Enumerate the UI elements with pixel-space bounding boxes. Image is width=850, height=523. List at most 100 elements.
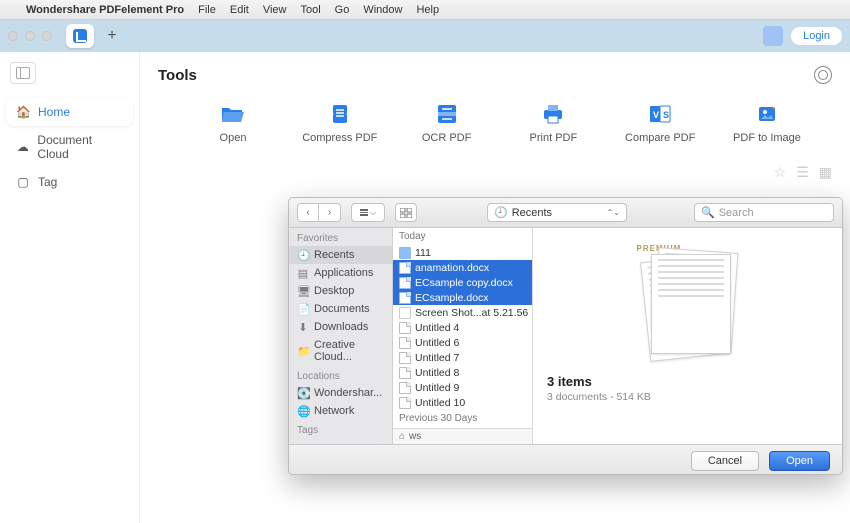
columns-icon — [360, 209, 368, 216]
tab-home[interactable] — [66, 24, 94, 48]
nav-buttons: ‹ › — [297, 203, 341, 222]
file-row[interactable]: Untitled 6 — [393, 335, 532, 350]
file-row[interactable]: Screen Shot...at 5.21.56 PM — [393, 305, 532, 320]
grid-view-icon[interactable]: ▦ — [819, 164, 832, 181]
sidebar-documents[interactable]: 📄Documents — [289, 300, 392, 318]
sidebar-applications[interactable]: ▤Applications — [289, 264, 392, 282]
view-mode-select[interactable]: ⌵ — [351, 203, 385, 222]
home-icon: 🏠 — [16, 105, 30, 119]
tool-open[interactable]: Open — [188, 102, 278, 144]
clock-icon: 🕘 — [494, 206, 508, 219]
sidebar-recents[interactable]: 🕘Recents — [289, 246, 392, 264]
location-label: Recents — [512, 207, 552, 219]
doc-icon — [399, 382, 411, 394]
group-label: Today — [393, 228, 532, 245]
app-logo-icon — [73, 29, 87, 43]
sidebar-item-document-cloud[interactable]: ☁︎ Document Cloud — [6, 126, 133, 168]
doc-icon — [399, 292, 411, 304]
sidebar-creative-cloud[interactable]: 📁Creative Cloud... — [289, 336, 392, 366]
menu-view[interactable]: View — [263, 4, 287, 16]
dialog-toolbar: ‹ › ⌵ 🕘 Recents ⌃⌄ 🔍 Search — [289, 198, 842, 228]
tool-label: OCR PDF — [422, 132, 472, 144]
clock-icon: 🕘 — [297, 249, 309, 261]
grid-icon — [400, 208, 412, 218]
dialog-footer: Cancel Open — [289, 444, 842, 475]
doc-icon — [399, 277, 411, 289]
file-row[interactable]: Untitled 7 — [393, 350, 532, 365]
view-mode-group: ☆ ☰ ▦ — [774, 164, 832, 181]
print-icon — [539, 102, 567, 126]
sidebar-downloads[interactable]: ⬇Downloads — [289, 318, 392, 336]
group-button[interactable] — [395, 203, 417, 222]
location-popup[interactable]: 🕘 Recents ⌃⌄ — [487, 203, 627, 222]
compress-icon — [326, 102, 354, 126]
sidebar-collapse-icon[interactable] — [10, 62, 36, 84]
menu-go[interactable]: Go — [335, 4, 350, 16]
file-row[interactable]: Untitled 10 — [393, 395, 532, 410]
cancel-button[interactable]: Cancel — [691, 451, 759, 471]
group-label: Previous 30 Days — [393, 410, 532, 427]
file-list-column: Today 111 anamation.docx ECsample copy.d… — [393, 228, 533, 444]
file-row[interactable]: Untitled 9 — [393, 380, 532, 395]
file-row[interactable]: 111 — [393, 245, 532, 260]
sidebar-item-home[interactable]: 🏠 Home — [6, 98, 133, 126]
menu-tool[interactable]: Tool — [300, 4, 320, 16]
open-button[interactable]: Open — [769, 451, 830, 471]
sidebar-wondershare[interactable]: 💽Wondershar... — [289, 384, 392, 402]
doc-icon — [399, 397, 411, 409]
path-bar[interactable]: ⌂ws — [393, 428, 532, 444]
search-placeholder: Search — [719, 207, 754, 219]
tool-label: Compare PDF — [625, 132, 695, 144]
left-sidebar: 🏠 Home ☁︎ Document Cloud ▢ Tag — [0, 52, 140, 523]
forward-button[interactable]: › — [319, 203, 341, 222]
list-view-icon[interactable]: ☰ — [796, 164, 809, 181]
search-icon: 🔍 — [701, 206, 715, 219]
window-tabstrip: + Login — [0, 20, 850, 52]
new-tab-button[interactable]: + — [100, 24, 124, 48]
file-row[interactable]: Untitled 8 — [393, 365, 532, 380]
sidebar-item-tag[interactable]: ▢ Tag — [6, 168, 133, 196]
tool-compress[interactable]: Compress PDF — [295, 102, 385, 144]
tool-pdf-to-image[interactable]: PDF to Image — [722, 102, 812, 144]
home-icon: ⌂ — [399, 431, 405, 442]
app-name[interactable]: Wondershare PDFelement Pro — [26, 4, 184, 16]
login-button[interactable]: Login — [791, 27, 842, 45]
settings-button[interactable] — [814, 66, 832, 84]
image-icon — [399, 307, 411, 319]
menu-help[interactable]: Help — [416, 4, 439, 16]
page-title: Tools — [158, 67, 197, 84]
selection-title: 3 items — [547, 374, 828, 389]
doc-icon — [399, 322, 411, 334]
menu-edit[interactable]: Edit — [230, 4, 249, 16]
file-row[interactable]: Untitled 4 — [393, 320, 532, 335]
compare-icon: VS — [646, 102, 674, 126]
tool-ocr[interactable]: OCR PDF — [402, 102, 492, 144]
doc-icon — [399, 337, 411, 349]
pdf-to-image-icon — [753, 102, 781, 126]
chevron-down-icon: ⌵ — [370, 208, 376, 218]
file-row[interactable]: ECsample.docx — [393, 290, 532, 305]
section-label: Locations — [289, 366, 392, 384]
menu-file[interactable]: File — [198, 4, 216, 16]
folder-open-icon — [219, 102, 247, 126]
file-row[interactable]: anamation.docx — [393, 260, 532, 275]
back-button[interactable]: ‹ — [297, 203, 319, 222]
mac-menubar: Wondershare PDFelement Pro File Edit Vie… — [0, 0, 850, 20]
traffic-lights[interactable] — [8, 31, 52, 41]
avatar-icon[interactable] — [763, 26, 783, 46]
preview-thumbnail: PREMIUM — [633, 244, 743, 364]
doc-icon — [399, 262, 411, 274]
sidebar-desktop[interactable]: 🖥Desktop — [289, 282, 392, 300]
menu-window[interactable]: Window — [363, 4, 402, 16]
file-row[interactable]: ECsample copy.docx — [393, 275, 532, 290]
section-label: Favorites — [289, 228, 392, 246]
disk-icon: 💽 — [297, 387, 309, 399]
sidebar-network[interactable]: 🌐Network — [289, 402, 392, 420]
star-icon[interactable]: ☆ — [774, 164, 787, 181]
section-label: Tags — [289, 420, 392, 438]
tool-print[interactable]: Print PDF — [508, 102, 598, 144]
tool-compare[interactable]: VS Compare PDF — [615, 102, 705, 144]
tool-label: Compress PDF — [302, 132, 377, 144]
search-input[interactable]: 🔍 Search — [694, 203, 834, 222]
tag-icon: ▢ — [16, 175, 30, 189]
